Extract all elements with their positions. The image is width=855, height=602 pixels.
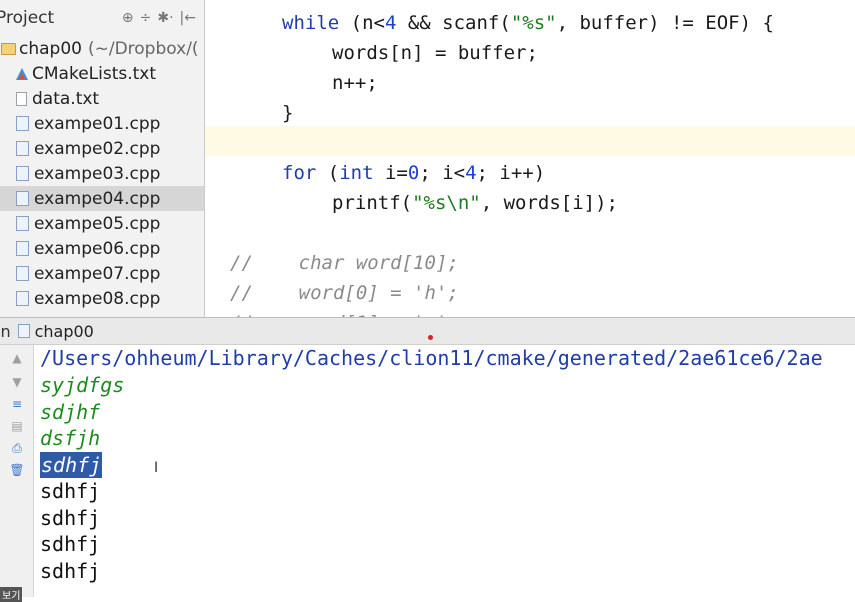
code-line: n++; (332, 68, 378, 98)
code-line: // word[1] = 'e'; (230, 308, 459, 317)
code-token: ; i< (419, 162, 466, 184)
tree-root-chap00[interactable]: chap00 (~/Dropbox/( (0, 36, 204, 61)
breakpoint-dot (428, 335, 433, 340)
cmake-icon (16, 67, 28, 80)
code-token: for (282, 162, 317, 184)
console-input-line-selected: sdhfj (40, 451, 103, 478)
code-token: words[n] = buffer; (332, 42, 538, 64)
folder-icon (1, 42, 16, 55)
cpp-file-icon (16, 216, 29, 231)
code-token: , words[i]); (480, 192, 618, 214)
code-line: // char word[10]; (230, 248, 459, 278)
trash-icon[interactable]: 🗑 (9, 463, 24, 477)
code-token: ( (316, 162, 340, 184)
tree-file-name: exampe06.cpp (34, 238, 161, 259)
cpp-file-icon (16, 166, 29, 181)
tree-file-name: exampe04.cpp (34, 188, 161, 209)
console-output-line: sdhfj (40, 532, 101, 556)
i-beam-cursor-icon: I (154, 460, 159, 476)
run-config-icon (17, 324, 30, 338)
tree-file-row[interactable]: exampe01.cpp (0, 111, 204, 136)
tree-file-name: exampe03.cpp (34, 163, 161, 184)
project-pane: Project ⊕ ÷ ✱· |← chap00 (~/Dropbox/( CM… (0, 0, 205, 317)
tree-file-name: exampe08.cpp (34, 288, 161, 309)
project-toolbar: ⊕ ÷ ✱· |← (122, 10, 196, 26)
tree-file-row[interactable]: data.txt (0, 86, 204, 111)
cpp-file-icon (16, 116, 29, 131)
cpp-file-icon (16, 191, 29, 206)
cpp-file-icon (16, 291, 29, 306)
tree-file-name: CMakeLists.txt (32, 63, 157, 84)
tree-root-path: (~/Dropbox/( (87, 38, 199, 59)
code-token: , buffer) != EOF) { (556, 12, 774, 34)
tree-file-row[interactable]: exampe06.cpp (0, 236, 204, 261)
run-tool-header: in chap00 (0, 317, 855, 345)
code-token: (n< (339, 12, 385, 34)
print-icon[interactable]: ⎙ (10, 441, 24, 455)
code-token: while (282, 12, 340, 34)
project-title[interactable]: Project (0, 8, 54, 28)
tree-file-row[interactable]: CMakeLists.txt (0, 61, 204, 86)
code-token: 0 (407, 162, 420, 184)
code-token: && scanf( (396, 12, 511, 34)
code-token: printf( (332, 192, 413, 214)
project-header: Project ⊕ ÷ ✱· |← (0, 0, 204, 36)
console-path-line: /Users/ohheum/Library/Caches/clion11/cma… (40, 346, 823, 370)
code-token: "%s\n" (412, 192, 481, 214)
settings-icon[interactable]: ✱· (157, 10, 173, 26)
file-list: CMakeLists.txt data.txt exampe01.cpp exampe… (0, 61, 204, 311)
code-editor[interactable]: while (n<4 && scanf("%s", buffer) != EOF… (205, 0, 855, 317)
code-token: ; i++) (476, 162, 546, 184)
code-token: // char word[10]; (230, 252, 459, 274)
console-input-line: dsfjh (40, 426, 101, 450)
tree-file-name: exampe01.cpp (34, 113, 161, 134)
code-token: i= (373, 162, 408, 184)
tree-file-name: exampe02.cpp (34, 138, 161, 159)
collapse-icon[interactable]: ÷ (140, 10, 152, 26)
console-input-line: syjdfgs (40, 373, 125, 397)
tree-file-name: exampe07.cpp (34, 263, 161, 284)
tree-root-name: chap00 (19, 38, 82, 59)
code-line: } (282, 98, 293, 128)
code-token: 4 (465, 162, 477, 184)
tree-file-row[interactable]: exampe04.cpp (0, 186, 204, 211)
up-arrow-icon[interactable]: ▲ (10, 351, 24, 365)
console-output-line: sdhfj (40, 479, 101, 503)
code-line: while (n<4 && scanf("%s", buffer) != EOF… (282, 8, 774, 38)
code-line: for (int i=0; i<4; i++) (282, 158, 545, 188)
cpp-file-icon (16, 141, 29, 156)
text-file-icon (16, 91, 27, 106)
sync-icon[interactable]: ⊕ (122, 10, 134, 26)
tree-file-row[interactable]: exampe05.cpp (0, 211, 204, 236)
hide-icon[interactable]: |← (180, 10, 196, 26)
code-token: 4 (384, 12, 397, 34)
code-line: // word[0] = 'h'; (230, 278, 459, 308)
tree-file-row[interactable]: exampe03.cpp (0, 161, 204, 186)
soft-wrap-icon[interactable]: ≡ (10, 397, 24, 411)
run-label: in (0, 321, 11, 341)
current-line-highlight (205, 126, 855, 156)
tree-file-name: data.txt (32, 88, 100, 109)
down-arrow-icon[interactable]: ▼ (10, 375, 24, 389)
code-token: n++; (332, 72, 378, 94)
tree-file-name: exampe05.cpp (34, 213, 161, 234)
code-line: words[n] = buffer; (332, 38, 538, 68)
cpp-file-icon (16, 266, 29, 281)
code-token: int (339, 162, 374, 184)
run-toolbar: ▲ ▼ ≡ ▤ ⎙ 🗑 (0, 345, 34, 597)
console-output-line: sdhfj (40, 558, 101, 583)
run-tab-chap00[interactable]: chap00 (35, 322, 94, 341)
console-input-line: sdjhf (40, 399, 101, 424)
tree-file-row[interactable]: exampe08.cpp (0, 286, 204, 311)
code-token: } (282, 102, 294, 124)
cpp-file-icon (16, 241, 29, 256)
scroll-end-icon[interactable]: ▤ (10, 419, 24, 433)
tree-file-row[interactable]: exampe02.cpp (0, 136, 204, 161)
tree-file-row[interactable]: exampe07.cpp (0, 261, 204, 286)
code-token: "%s" (510, 12, 557, 34)
console-output-line: sdhfj (40, 505, 101, 530)
code-token: // word[0] = 'h'; (230, 282, 459, 304)
bottom-label: 보기 (0, 587, 23, 602)
code-line: printf("%s\n", words[i]); (332, 188, 618, 218)
